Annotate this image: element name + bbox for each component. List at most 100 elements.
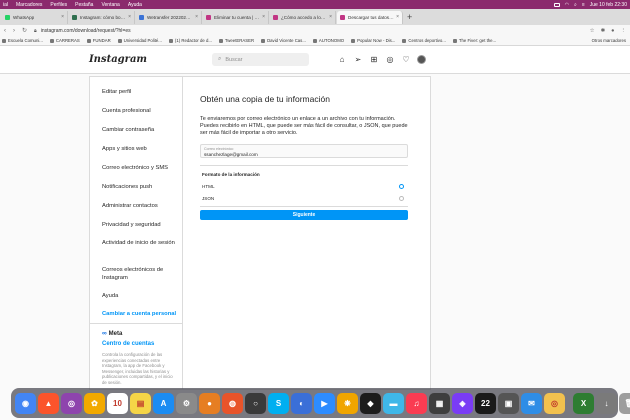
menu-icon[interactable]: ⋮ [621, 28, 627, 34]
bookmark-item[interactable]: TweetERASER [218, 38, 254, 43]
dock-skype-icon[interactable]: S [268, 392, 289, 414]
sidebar-item-edit-profile[interactable]: Editar perfil [102, 88, 180, 96]
dock-downloads-icon[interactable]: ↓ [596, 392, 617, 414]
url-field[interactable]: instagram.com/download/request/?hl=es [41, 28, 131, 34]
format-option-html[interactable]: HTML [202, 184, 215, 189]
dock-zoom-like-icon[interactable]: ◐ [291, 392, 312, 414]
dock-podcasts-orange-icon[interactable]: ● [199, 392, 220, 414]
browser-tab[interactable]: ¿Cómo accedo a los datos de Inst...× [270, 10, 336, 24]
bookmark-item[interactable]: Centros deportivo... [402, 38, 446, 43]
menubar-item[interactable]: Perfiles [50, 2, 67, 8]
dock-counter-22-icon[interactable]: 22 [475, 392, 496, 414]
tab-close-icon[interactable]: × [195, 14, 198, 20]
new-tab-icon[interactable]: + [407, 12, 412, 22]
menubar-item[interactable]: Ayuda [128, 2, 142, 8]
dock-system-preferences-icon[interactable]: ⚙ [176, 392, 197, 414]
back-icon[interactable]: ‹ [4, 28, 6, 34]
dock-screenshot-icon[interactable]: ▣ [498, 392, 519, 414]
extensions-icon[interactable]: ✱ [601, 28, 606, 34]
browser-tab-bar: WhatsApp×Instagram: cómo borrar o elimin… [0, 9, 630, 25]
tab-close-icon[interactable]: × [262, 14, 265, 20]
dock-shortcuts-icon[interactable]: ◈ [452, 392, 473, 414]
dock-calculator-icon[interactable]: ▦ [429, 392, 450, 414]
next-button[interactable]: Siguiente [200, 210, 408, 220]
sidebar-item-apps-websites[interactable]: Apps y sitios web [102, 145, 180, 153]
wifi-icon[interactable]: ◠ [565, 2, 569, 8]
sidebar-item-professional-account[interactable]: Cuenta profesional [102, 107, 180, 115]
tab-close-icon[interactable]: × [128, 14, 131, 20]
sidebar-item-privacy-security[interactable]: Privacidad y seguridad [102, 221, 180, 229]
format-option-json[interactable]: JSON [202, 196, 214, 201]
sidebar-item-change-password[interactable]: Cambiar contraseña [102, 126, 180, 134]
heart-icon[interactable]: ♡ [401, 54, 411, 64]
sidebar-item-login-activity[interactable]: Actividad de inicio de sesión [102, 239, 180, 247]
sidebar-item-manage-contacts[interactable]: Administrar contactos [102, 202, 180, 210]
dock-podcasts-icon[interactable]: ◎ [61, 392, 82, 414]
bookmark-item[interactable]: FUNDAR [86, 38, 111, 43]
new-post-icon[interactable]: ⊞ [369, 54, 379, 64]
sidebar-item-email-sms[interactable]: Correo electrónico y SMS [102, 164, 180, 172]
dock-notes-icon[interactable]: ▤ [130, 392, 151, 414]
home-icon[interactable]: ⌂ [337, 54, 347, 64]
format-radio-json[interactable] [399, 196, 404, 201]
bookmark-item[interactable]: Escuela Comuni... [2, 38, 43, 43]
dock-zoom-icon[interactable]: ▶ [314, 392, 335, 414]
star-icon[interactable]: ☆ [590, 28, 595, 34]
dock-network-icon[interactable]: ◎ [544, 392, 565, 414]
email-field[interactable]: Correo electrónico ssanchezlage@gmail.co… [200, 144, 408, 158]
format-radio-html[interactable] [399, 184, 404, 189]
bookmark-item[interactable]: (1) Redactor de d... [168, 38, 212, 43]
bookmark-item[interactable]: Universidad Polité... [117, 38, 162, 43]
bookmark-item[interactable]: The Fiver: get the... [452, 38, 496, 43]
dock-butterfly-icon[interactable]: ❋ [337, 392, 358, 414]
dock-screen-time-icon[interactable]: ▬ [383, 392, 404, 414]
menubar-item[interactable]: Ventana [101, 2, 119, 8]
menubar-clock[interactable]: Jue 10 feb 22:30 [590, 2, 627, 8]
tab-close-icon[interactable]: × [61, 14, 64, 20]
bookmark-item[interactable]: David Vicente Cas... [261, 38, 306, 43]
browser-tab[interactable]: Descargar tus datos · Instagram× [337, 10, 403, 24]
forward-icon[interactable]: › [13, 28, 15, 34]
avatar[interactable] [417, 54, 426, 64]
dock-brave-icon[interactable]: ▲ [38, 392, 59, 414]
reload-icon[interactable]: ↻ [22, 27, 27, 34]
sidebar-item-instagram-emails[interactable]: Correos electrónicos de Instagram [102, 266, 180, 282]
dock-calendar-icon[interactable]: 10 [107, 392, 128, 414]
browser-tab[interactable]: WhatsApp × [2, 10, 68, 24]
bookmark-item[interactable]: Popular Now - Dis... [351, 38, 395, 43]
switch-to-personal-link[interactable]: Cambiar a cuenta personal [102, 310, 180, 318]
dock-mail-icon[interactable]: ✉ [521, 392, 542, 414]
menubar-item[interactable]: Pestaña [75, 2, 93, 8]
dock-chrome-icon[interactable]: ◉ [15, 392, 36, 414]
search-icon[interactable]: ⌕ [574, 2, 577, 8]
bookmark-item[interactable]: CARRERAS [49, 38, 80, 43]
dock-folder-excel-icon[interactable]: X [573, 392, 594, 414]
menubar-item[interactable]: ial [3, 2, 8, 8]
tab-close-icon[interactable]: × [329, 14, 332, 20]
control-center-icon[interactable]: ≡ [582, 2, 585, 8]
dock-firefox-icon[interactable]: ◍ [222, 392, 243, 414]
battery-icon[interactable] [553, 2, 560, 7]
dock-music-icon[interactable]: ♫ [406, 392, 427, 414]
browser-tab[interactable]: Eliminar tu cuenta | Servicio de ay...× [203, 10, 269, 24]
sidebar-item-help[interactable]: Ayuda [102, 292, 180, 300]
bookmark-item[interactable]: AUTONOMO [312, 38, 344, 43]
explore-icon[interactable]: ◎ [385, 54, 395, 64]
sidebar-item-push-notifications[interactable]: Notificaciones push [102, 183, 180, 191]
bookmark-favicon-icon [2, 38, 6, 43]
search-input[interactable]: ⌕ Buscar [212, 53, 309, 66]
dock-photos-icon[interactable]: ✿ [84, 392, 105, 414]
other-bookmarks[interactable]: Otros marcadores [592, 38, 626, 43]
instagram-logo[interactable]: Instagram [89, 54, 147, 65]
direct-message-icon[interactable]: ➢ [353, 54, 363, 64]
browser-tab[interactable]: Wetransfer 20220209 - Documen...× [136, 10, 202, 24]
dock-app-store-icon[interactable]: A [153, 392, 174, 414]
profile-icon[interactable]: ● [611, 28, 614, 34]
dock-davinci-icon[interactable]: ◆ [360, 392, 381, 414]
dock-trash-icon[interactable]: 🗑 [619, 392, 630, 414]
accounts-center-link[interactable]: Centro de cuentas [102, 341, 154, 347]
browser-tab[interactable]: Instagram: cómo borrar o eliminar× [69, 10, 135, 24]
tab-close-icon[interactable]: × [396, 14, 399, 20]
menubar-item[interactable]: Marcadores [16, 2, 42, 8]
dock-quicktime-icon[interactable]: ○ [245, 392, 266, 414]
